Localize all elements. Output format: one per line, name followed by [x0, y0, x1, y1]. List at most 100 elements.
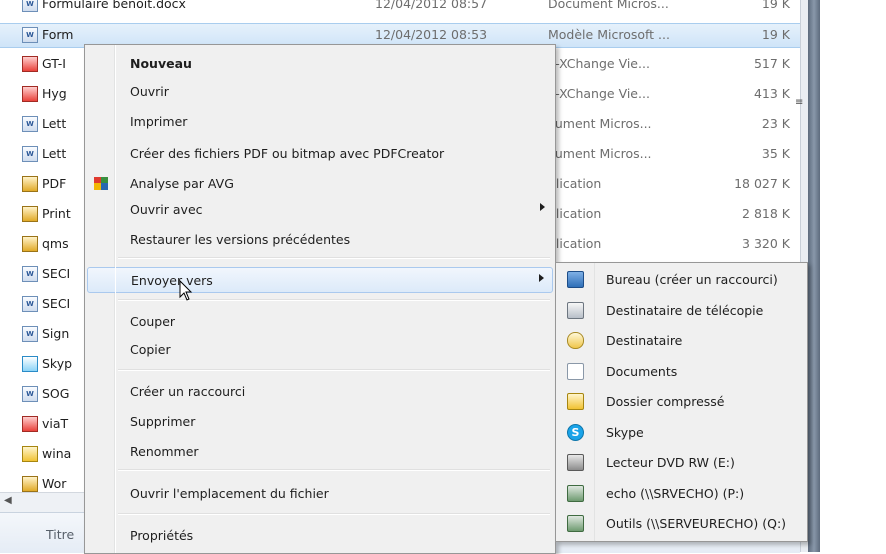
file-name: qms [42, 236, 69, 251]
scroll-grip-icon[interactable]: ≡ [795, 97, 803, 108]
menu-item-label: Renommer [130, 444, 199, 459]
send-to-submenu: Bureau (créer un raccourci) Destinataire … [555, 262, 808, 542]
word-doc-icon: W [22, 116, 38, 132]
file-size: 19 K [761, 27, 790, 42]
send-to-item[interactable]: echo (\\SRVECHO) (P:) [558, 479, 805, 509]
menu-item-label: Propriétés [130, 528, 194, 543]
file-size: 3 320 K [742, 236, 790, 251]
send-to-item[interactable]: S Skype [558, 418, 805, 448]
context-menu: Nouveau Ouvrir Imprimer Créer des fichiers … [84, 44, 556, 554]
menu-item-label: Ouvrir l'emplacement du fichier [130, 486, 329, 501]
file-name: Wor [42, 476, 67, 491]
file-name: SECI [42, 266, 71, 281]
file-name: PDF [42, 176, 67, 191]
app-icon [22, 236, 38, 252]
pdf-icon [22, 86, 38, 102]
menu-item-restaurer-les-versions-precedentes[interactable]: Restaurer les versions précédentes [87, 227, 553, 253]
pdf-icon [22, 416, 38, 432]
file-type: cument Micros... [548, 116, 652, 131]
send-to-item-label: Destinataire de télécopie [606, 302, 764, 318]
menu-separator [118, 257, 550, 259]
menu-item-analyse-par-avg[interactable]: Analyse par AVG [87, 171, 553, 197]
file-type: cument Micros... [548, 146, 652, 161]
send-to-item[interactable]: Documents [558, 357, 805, 387]
file-size: 23 K [761, 116, 790, 131]
app-icon [22, 206, 38, 222]
send-to-item-label: echo (\\SRVECHO) (P:) [606, 485, 745, 501]
file-type: plication [548, 236, 602, 251]
file-type: Modèle Microsoft ... [548, 27, 670, 42]
file-type: F-XChange Vie... [548, 86, 650, 101]
menu-item-label: Copier [130, 342, 171, 357]
menu-item-label: Couper [130, 314, 176, 329]
scroll-left-icon[interactable]: ◀ [4, 495, 12, 506]
menu-item-supprimer[interactable]: Supprimer [87, 409, 553, 435]
avg-icon [94, 177, 108, 190]
menu-separator [118, 513, 550, 515]
word-doc-icon: W [22, 386, 38, 402]
file-size: 413 K [753, 86, 790, 101]
send-to-item[interactable]: Bureau (créer un raccourci) [558, 265, 805, 295]
menu-item-label: Ouvrir [130, 84, 169, 99]
menu-item-ouvrir[interactable]: Ouvrir [87, 79, 553, 105]
menu-item-proprietes[interactable]: Propriétés [87, 523, 553, 549]
file-type: plication [548, 176, 602, 191]
app-icon [22, 476, 38, 492]
file-size: 18 027 K [734, 176, 790, 191]
file-date: 12/04/2012 08:57 [375, 0, 488, 11]
send-to-item-label: Documents [606, 363, 678, 379]
menu-item-nouveau[interactable]: Nouveau [87, 51, 553, 77]
window-frame [808, 0, 820, 552]
menu-item-couper[interactable]: Couper [87, 309, 553, 335]
file-name: SOG [42, 386, 70, 401]
menu-item-copier[interactable]: Copier [87, 337, 553, 363]
file-type: plication [548, 206, 602, 221]
send-to-item[interactable]: Lecteur DVD RW (E:) [558, 448, 805, 478]
word-doc-icon: W [22, 266, 38, 282]
send-to-item[interactable]: Dossier compressé [558, 387, 805, 417]
file-row[interactable]: W Formulaire benoit.docx 12/04/2012 08:57 D… [0, 0, 800, 16]
menu-item-creer-un-raccourci[interactable]: Créer un raccourci [87, 379, 553, 405]
menu-item-envoyer-vers[interactable]: Envoyer vers [87, 267, 553, 293]
send-to-item[interactable]: Destinataire de télécopie [558, 296, 805, 326]
menu-item-label: Supprimer [130, 414, 196, 429]
file-date: 12/04/2012 08:53 [375, 27, 488, 42]
fax-icon [567, 301, 584, 319]
file-name: Formulaire benoit.docx [42, 0, 186, 11]
desktop-background [820, 0, 886, 552]
skype-file-icon [22, 356, 38, 372]
file-type: Document Micros... [548, 0, 669, 11]
file-size: 35 K [761, 146, 790, 161]
app-icon [22, 176, 38, 192]
horizontal-scrollbar[interactable]: ◀ [0, 492, 90, 513]
menu-item-ouvrir-l-emplacement-du-fichier[interactable]: Ouvrir l'emplacement du fichier [87, 481, 553, 507]
send-to-item-label: Lecteur DVD RW (E:) [606, 455, 735, 470]
send-to-item[interactable]: Destinataire [558, 326, 805, 356]
word-doc-icon: W [22, 0, 38, 12]
menu-item-ouvrir-avec[interactable]: Ouvrir avec [87, 197, 553, 223]
details-title-label: Titre [46, 527, 75, 542]
file-name: Hyg [42, 86, 67, 101]
file-name: GT-I [42, 56, 66, 71]
file-type: F-XChange Vie... [548, 56, 650, 71]
network-drive-icon [567, 515, 584, 532]
menu-item-label: Nouveau [130, 56, 192, 71]
file-name: Skyp [42, 356, 73, 371]
menu-item-label: Créer des fichiers PDF ou bitmap avec PD… [130, 146, 445, 161]
menu-item-label: Ouvrir avec [130, 202, 203, 217]
menu-item-imprimer[interactable]: Imprimer [87, 109, 553, 135]
send-to-item-label: Skype [606, 424, 644, 440]
send-to-item[interactable]: Outils (\\SERVEURECHO) (Q:) [558, 509, 805, 539]
file-name: SECI [42, 296, 71, 311]
submenu-arrow-icon [540, 203, 545, 211]
menu-item-label: Imprimer [130, 114, 188, 129]
file-name: Print [42, 206, 71, 221]
zip-folder-icon [567, 393, 584, 410]
word-doc-icon: W [22, 326, 38, 342]
pdf-icon [22, 56, 38, 72]
menu-separator [118, 369, 550, 371]
menu-item-creer-des-fichiers-pdf-ou-bitmap-avec-pdfcreator[interactable]: Créer des fichiers PDF ou bitmap avec PD… [87, 141, 553, 167]
menu-item-renommer[interactable]: Renommer [87, 439, 553, 465]
file-size: 517 K [753, 56, 790, 71]
dvd-drive-icon [567, 454, 584, 471]
